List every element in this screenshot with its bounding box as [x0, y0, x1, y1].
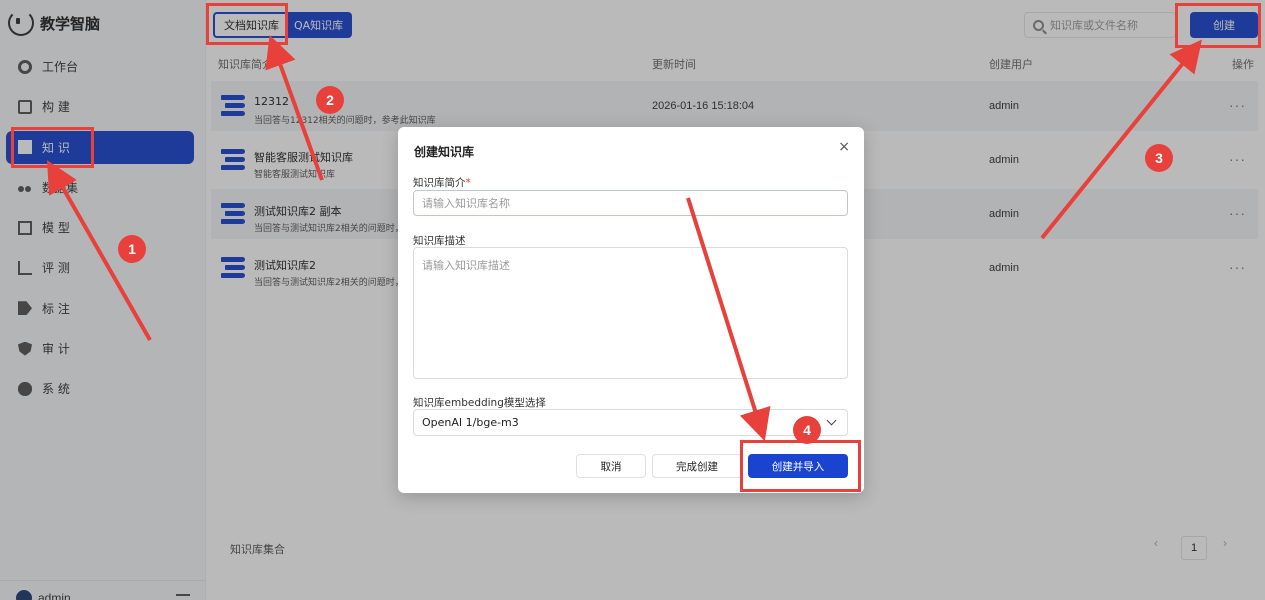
step-badge-4: 4: [793, 416, 821, 444]
arrow-2: [265, 34, 324, 181]
arrow-4: [686, 197, 771, 442]
step-badge-2: 2: [316, 86, 344, 114]
arrow-3: [1040, 39, 1203, 240]
step-badge-1: 1: [118, 235, 146, 263]
annotation-arrows: [47, 34, 1203, 442]
step-badge-3: 3: [1145, 144, 1173, 172]
